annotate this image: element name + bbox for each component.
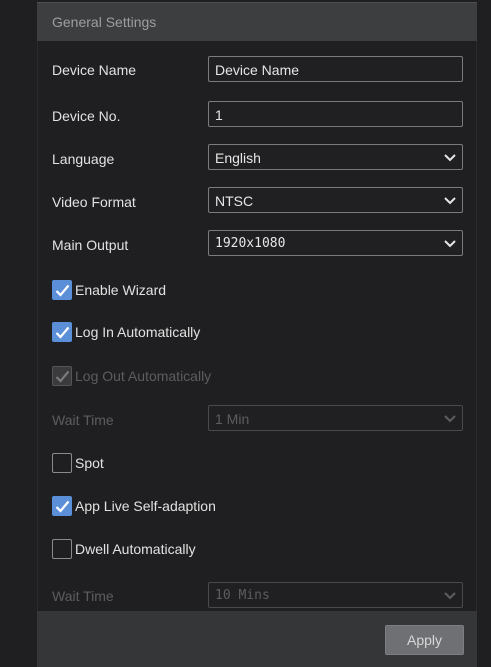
device-name-label: Device Name xyxy=(52,62,137,78)
device-name-input[interactable]: Device Name xyxy=(208,56,463,82)
chevron-down-icon xyxy=(444,240,456,248)
chevron-down-icon xyxy=(444,592,456,600)
checkmark-icon xyxy=(55,500,70,513)
checkbox-box[interactable] xyxy=(52,322,72,342)
wait-time-value: 1 Min xyxy=(215,411,250,427)
video-format-label: Video Format xyxy=(52,194,136,210)
checkbox-box[interactable] xyxy=(52,539,72,559)
language-label: Language xyxy=(52,151,115,167)
wait-time-label: Wait Time xyxy=(52,412,114,428)
enable-wizard-label: Enable Wizard xyxy=(75,282,167,298)
panel-border-left xyxy=(37,2,38,667)
main-output-label: Main Output xyxy=(52,237,129,253)
dwell-automatically-label: Dwell Automatically xyxy=(75,541,196,557)
dwell-wait-time-label: Wait Time xyxy=(52,588,114,604)
app-live-self-adaption-label: App Live Self-adaption xyxy=(75,498,216,514)
checkbox-box[interactable] xyxy=(52,496,72,516)
log-out-automatically-label: Log Out Automatically xyxy=(75,368,212,384)
language-value: English xyxy=(215,150,261,166)
general-settings-panel: General Settings Device Name Device Name… xyxy=(0,0,491,667)
dwell-wait-time-value: 10 Mins xyxy=(215,588,270,603)
checkbox-box xyxy=(52,366,72,386)
checkmark-icon xyxy=(55,284,70,297)
apply-button[interactable]: Apply xyxy=(385,625,464,655)
page-title: General Settings xyxy=(52,14,157,30)
chevron-down-icon xyxy=(444,197,456,205)
wait-time-select: 1 Min xyxy=(208,405,463,431)
checkmark-icon xyxy=(55,370,70,383)
checkbox-box[interactable] xyxy=(52,280,72,300)
video-format-select[interactable]: NTSC xyxy=(208,187,463,213)
video-format-value: NTSC xyxy=(215,193,254,209)
chevron-down-icon xyxy=(444,415,456,423)
main-output-value: 1920x1080 xyxy=(215,236,286,251)
main-output-select[interactable]: 1920x1080 xyxy=(208,230,463,256)
dwell-wait-time-select: 10 Mins xyxy=(208,582,463,608)
device-name-value: Device Name xyxy=(215,62,300,78)
device-no-label: Device No. xyxy=(52,108,121,124)
log-in-automatically-label: Log In Automatically xyxy=(75,324,201,340)
spot-label: Spot xyxy=(75,455,104,471)
device-no-input[interactable]: 1 xyxy=(208,101,463,127)
language-select[interactable]: English xyxy=(208,144,463,170)
checkmark-icon xyxy=(55,326,70,339)
panel-header: General Settings xyxy=(37,2,477,41)
checkbox-box[interactable] xyxy=(52,453,72,473)
panel-border-right xyxy=(476,2,477,667)
chevron-down-icon xyxy=(444,154,456,162)
device-no-value: 1 xyxy=(215,107,223,123)
